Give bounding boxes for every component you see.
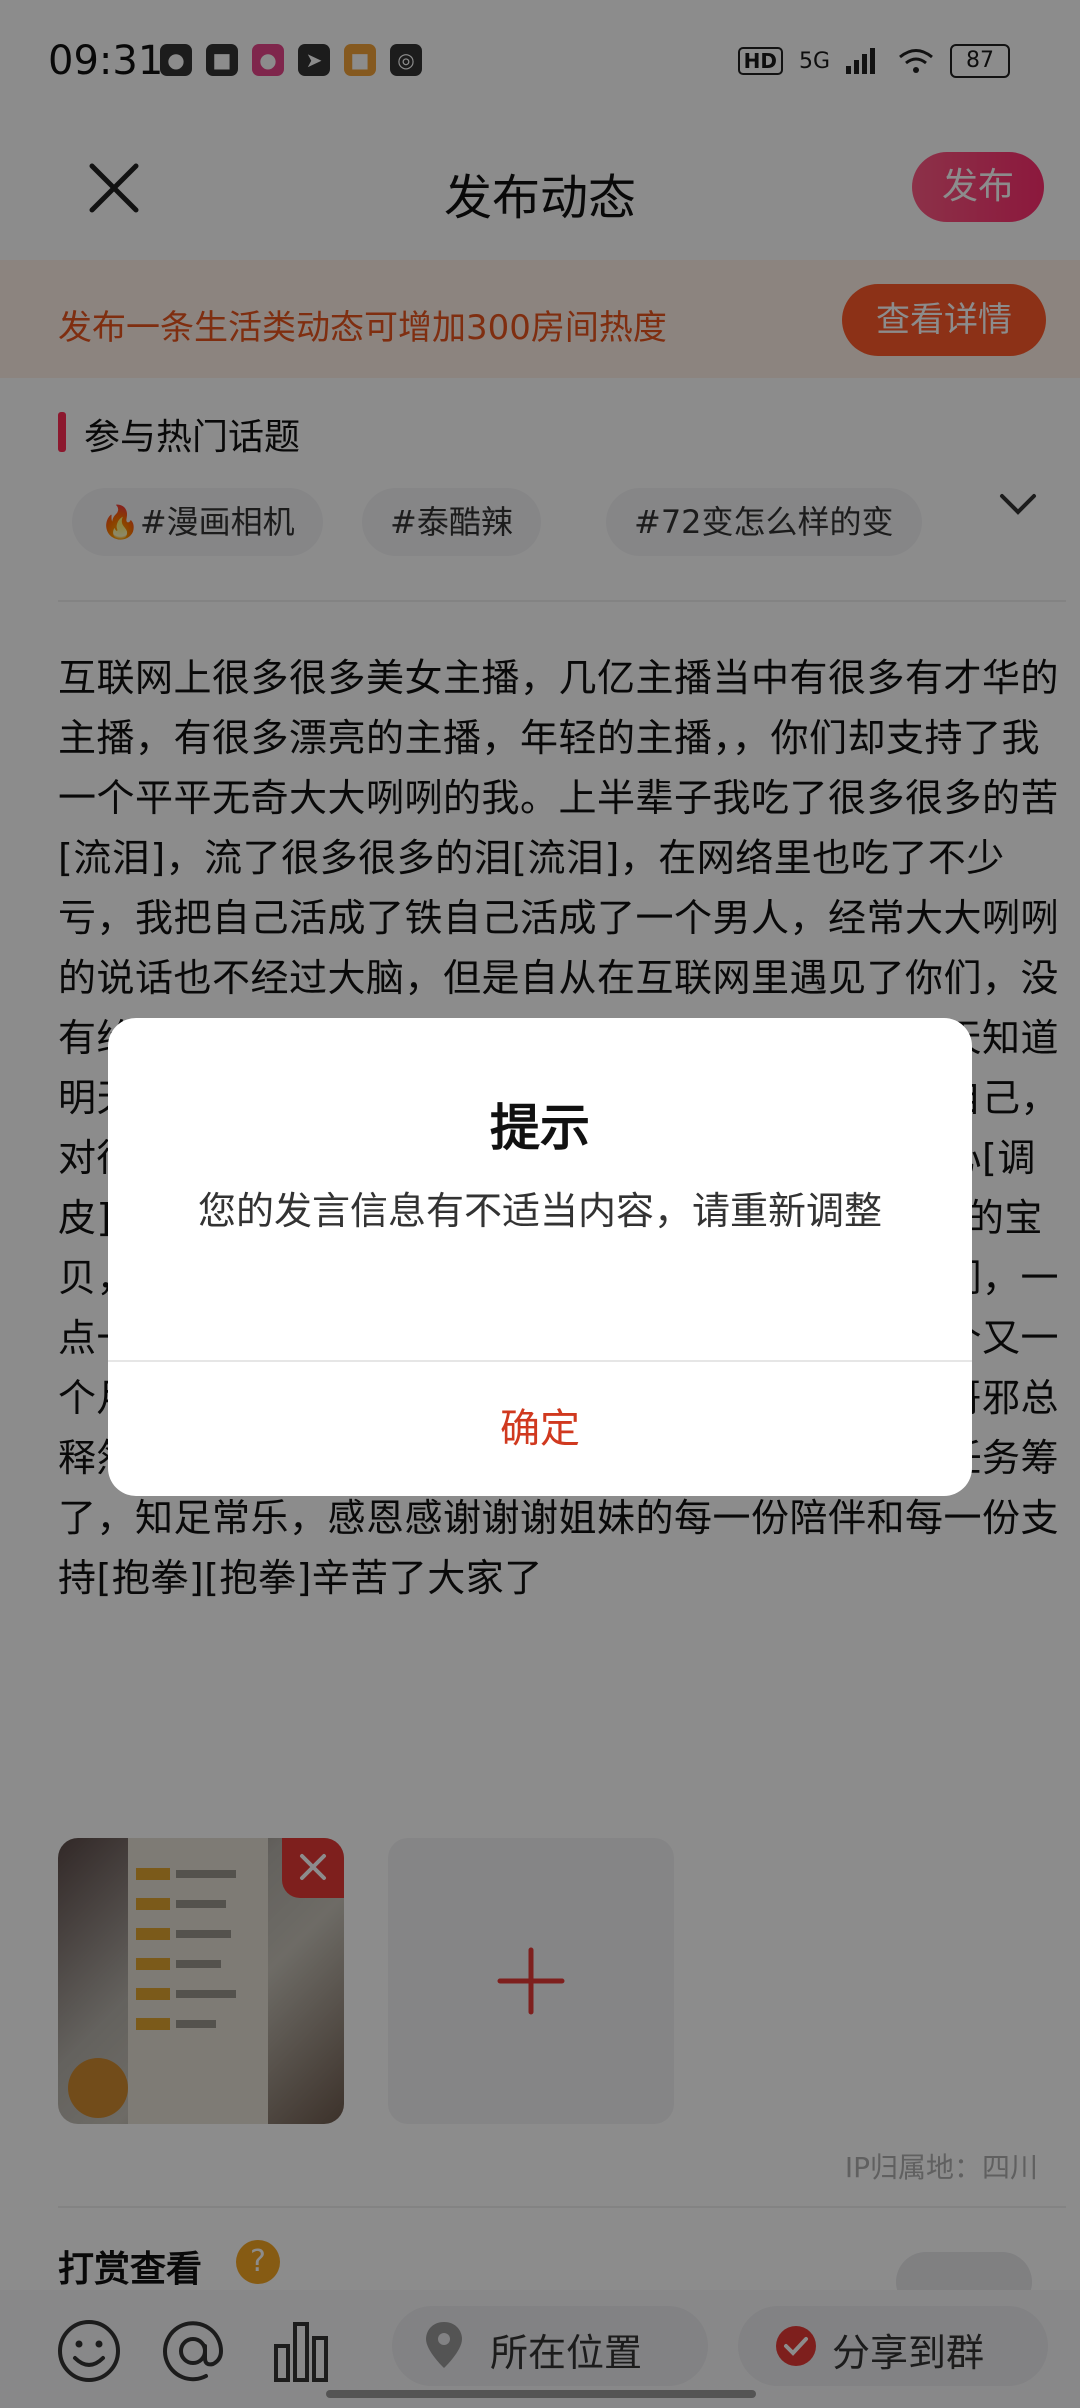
- dialog-message: 您的发言信息有不适当内容，请重新调整: [197, 1189, 882, 1233]
- confirm-button[interactable]: 确定: [108, 1362, 972, 1496]
- dialog-title: 提示: [490, 1099, 590, 1157]
- alert-dialog: 提示 您的发言信息有不适当内容，请重新调整 确定: [108, 1018, 972, 1496]
